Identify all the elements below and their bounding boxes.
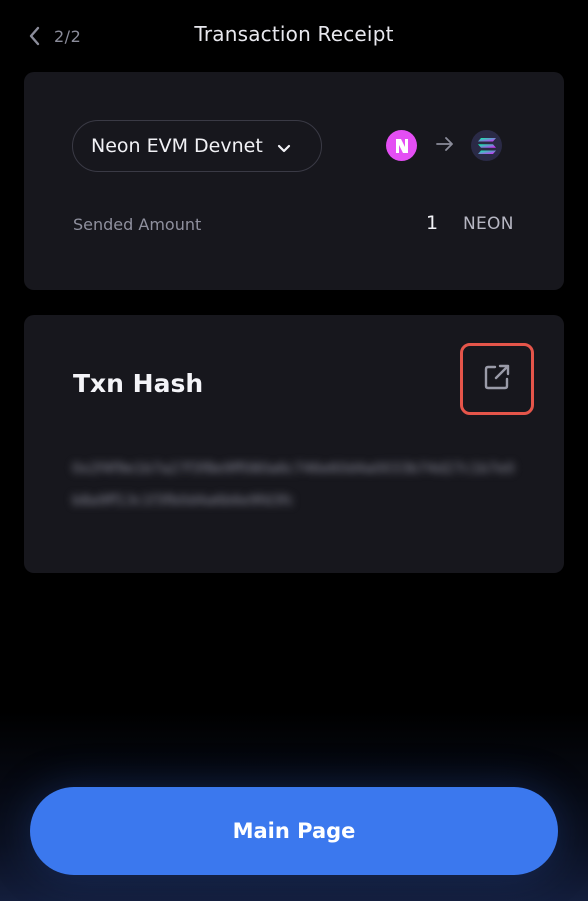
network-select-label: Neon EVM Devnet: [91, 135, 263, 157]
external-link-icon: [482, 362, 512, 396]
hash-value: 0x2f4f9e1b7a27f3f8e9ff080a6c746e60d4a003…: [72, 461, 515, 509]
transfer-route: [386, 130, 502, 161]
network-card: Neon EVM Devnet Sended Amount 1 NEON: [24, 72, 564, 290]
amount-label: Sended Amount: [73, 215, 202, 234]
hash-title: Txn Hash: [73, 369, 204, 398]
main-page-button[interactable]: Main Page: [30, 787, 558, 875]
amount-unit: NEON: [463, 214, 514, 234]
page-title: Transaction Receipt: [194, 22, 394, 46]
arrow-right-icon: [436, 136, 454, 155]
network-select[interactable]: Neon EVM Devnet: [72, 120, 322, 172]
hash-card: Txn Hash 0x2f4f9e1b7a27f3f8e9ff080a6c746…: [24, 315, 564, 573]
chevron-down-icon: [277, 136, 291, 158]
solana-logo-icon: [471, 130, 502, 161]
amount-value: 1: [426, 212, 439, 234]
open-explorer-button[interactable]: [460, 343, 534, 415]
neon-logo-icon: [386, 130, 417, 161]
header: 2/2 Transaction Receipt: [0, 0, 588, 72]
